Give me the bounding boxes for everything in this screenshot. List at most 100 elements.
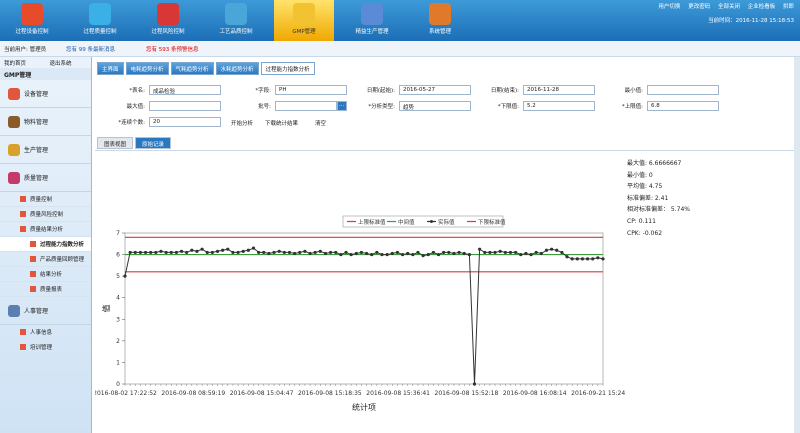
data-point bbox=[298, 250, 302, 255]
min-label: 最小值: bbox=[624, 88, 643, 94]
sidebar-item[interactable]: 质量管理 bbox=[0, 164, 91, 192]
legend-label: 上限标准值 bbox=[358, 218, 386, 226]
sidebar-subitem[interactable]: 培训管理 bbox=[0, 340, 91, 355]
sidebar-subitem[interactable]: 产品质量回顾管理 bbox=[0, 252, 91, 267]
tab-chart-view[interactable]: 图表视图 bbox=[97, 137, 134, 149]
y-tick-label: 0 bbox=[116, 381, 120, 388]
page-tab-3[interactable]: 水耗趋势分析 bbox=[215, 62, 259, 75]
page-tab-4[interactable]: 过程能力指数分析 bbox=[260, 62, 315, 75]
data-point bbox=[246, 248, 250, 252]
nav-tab-3[interactable]: 工艺品质控制 bbox=[206, 0, 266, 41]
nav-tab-0[interactable]: 过程设备控制 bbox=[2, 0, 62, 41]
dashboard-link[interactable]: 企业检看板 bbox=[748, 4, 776, 10]
bullet-icon bbox=[20, 329, 26, 335]
bullet-icon bbox=[30, 256, 36, 262]
logout-link[interactable]: 退出系统 bbox=[46, 57, 92, 68]
page-tab-2[interactable]: 气耗趋势分析 bbox=[170, 62, 214, 75]
warning-link[interactable]: 您有 593 条预警信息 bbox=[146, 45, 199, 53]
sidebar-item[interactable]: 物料管理 bbox=[0, 108, 91, 136]
data-point bbox=[210, 250, 214, 255]
upper-limit-input[interactable]: 6.8 bbox=[647, 101, 719, 111]
batch-input[interactable] bbox=[275, 101, 337, 111]
right-scrollbar[interactable] bbox=[794, 57, 800, 433]
data-point bbox=[596, 256, 600, 260]
sidebar-item[interactable]: 人事管理 bbox=[0, 297, 91, 325]
data-point bbox=[565, 255, 569, 259]
data-point bbox=[205, 250, 209, 255]
sidebar-subitem[interactable]: 过程能力指数分析 bbox=[0, 237, 91, 252]
nav-tab-5[interactable]: 精益生产管理 bbox=[342, 0, 402, 41]
upper-limit-label: *上限值: bbox=[621, 104, 643, 110]
module-icon bbox=[21, 3, 43, 25]
sidebar-subitem[interactable]: 质量控制 bbox=[0, 192, 91, 207]
max-input[interactable] bbox=[149, 101, 221, 111]
lower-limit-input[interactable]: 5.2 bbox=[523, 101, 595, 111]
sidebar-subitem[interactable]: 质量报表 bbox=[0, 282, 91, 297]
message-link[interactable]: 您有 99 条最新消息 bbox=[66, 45, 115, 53]
sidebar-subitem[interactable]: 质量风险控制 bbox=[0, 207, 91, 222]
count-input[interactable]: 20 bbox=[149, 117, 221, 127]
data-point bbox=[138, 250, 143, 255]
sidebar-subitem[interactable]: 人事信息 bbox=[0, 325, 91, 340]
data-point bbox=[550, 247, 554, 251]
stat-cpk: CPK: -0.062 bbox=[627, 229, 663, 237]
data-point bbox=[226, 247, 230, 251]
nav-tab-4[interactable]: GMP管理 bbox=[274, 0, 334, 41]
nav-tab-2[interactable]: 过程风险控制 bbox=[138, 0, 198, 41]
data-point bbox=[508, 250, 513, 255]
x-tick-label: 2016-09-08 16:08:14 bbox=[503, 390, 567, 397]
tab-raw-records[interactable]: 原始记录 bbox=[135, 137, 172, 149]
data-point bbox=[133, 250, 137, 255]
x-axis-label: 统计项 bbox=[352, 402, 376, 412]
bullet-icon bbox=[30, 271, 36, 277]
data-point bbox=[251, 246, 256, 250]
clear-button[interactable]: 清空 bbox=[313, 118, 328, 128]
data-point bbox=[185, 250, 189, 255]
close-all-link[interactable]: 全部关闭 bbox=[718, 4, 740, 10]
batch-picker-button[interactable]: ... bbox=[337, 101, 347, 111]
module-icon bbox=[225, 3, 247, 25]
analysis-type-select[interactable]: 趋势 bbox=[399, 101, 471, 111]
extra-link[interactable]: 拱郎 bbox=[783, 4, 794, 10]
end-date-input[interactable]: 2016-11-28 bbox=[523, 85, 595, 95]
stat-mean: 平均值: 4.75 bbox=[627, 183, 663, 191]
data-point bbox=[514, 250, 518, 255]
module-icon bbox=[361, 3, 383, 25]
home-link[interactable]: 我的首页 bbox=[0, 57, 46, 68]
sidebar-subitem[interactable]: 结果分析 bbox=[0, 267, 91, 282]
start-analysis-button[interactable]: 开始分析 bbox=[229, 118, 255, 128]
menu-icon bbox=[8, 143, 20, 156]
data-point bbox=[364, 251, 369, 256]
sidebar-subitem[interactable]: 质量结果分析 bbox=[0, 222, 91, 237]
data-point bbox=[416, 250, 420, 255]
data-point bbox=[169, 250, 173, 255]
switch-user-link[interactable]: 用户切换 bbox=[658, 4, 680, 10]
data-point bbox=[318, 249, 322, 253]
sidebar-item-label: 质量管理 bbox=[24, 175, 49, 182]
view-tabs: 图表视图 原始记录 bbox=[97, 137, 172, 149]
menu-icon bbox=[8, 304, 20, 317]
bullet-icon bbox=[20, 211, 26, 217]
y-axis-label: 值 bbox=[101, 305, 111, 313]
page-tab-1[interactable]: 电耗趋势分析 bbox=[125, 62, 169, 75]
data-point bbox=[241, 249, 245, 253]
nav-tab-6[interactable]: 系统管理 bbox=[410, 0, 470, 41]
sidebar-item-label: 生产管理 bbox=[24, 147, 49, 154]
nav-tab-1[interactable]: 过程质量控制 bbox=[70, 0, 130, 41]
min-input[interactable] bbox=[647, 85, 719, 95]
data-point bbox=[359, 250, 364, 255]
field-select[interactable]: PH bbox=[275, 85, 347, 95]
data-point bbox=[154, 250, 158, 255]
download-results-button[interactable]: 下载统计结果 bbox=[263, 118, 300, 128]
sidebar-item[interactable]: 设备管理 bbox=[0, 80, 91, 108]
change-password-link[interactable]: 更改密码 bbox=[688, 4, 710, 10]
table-select[interactable]: 成品检验 bbox=[149, 85, 221, 95]
data-point bbox=[293, 251, 297, 256]
page-tab-0[interactable]: 主界面 bbox=[97, 62, 124, 75]
end-date-label: 日期(结束): bbox=[490, 88, 519, 94]
bullet-icon bbox=[30, 286, 36, 292]
sidebar-subitem-label: 培训管理 bbox=[30, 345, 53, 351]
legend-marker bbox=[430, 220, 433, 223]
sidebar-item[interactable]: 生产管理 bbox=[0, 136, 91, 164]
start-date-input[interactable]: 2016-05-27 bbox=[399, 85, 471, 95]
